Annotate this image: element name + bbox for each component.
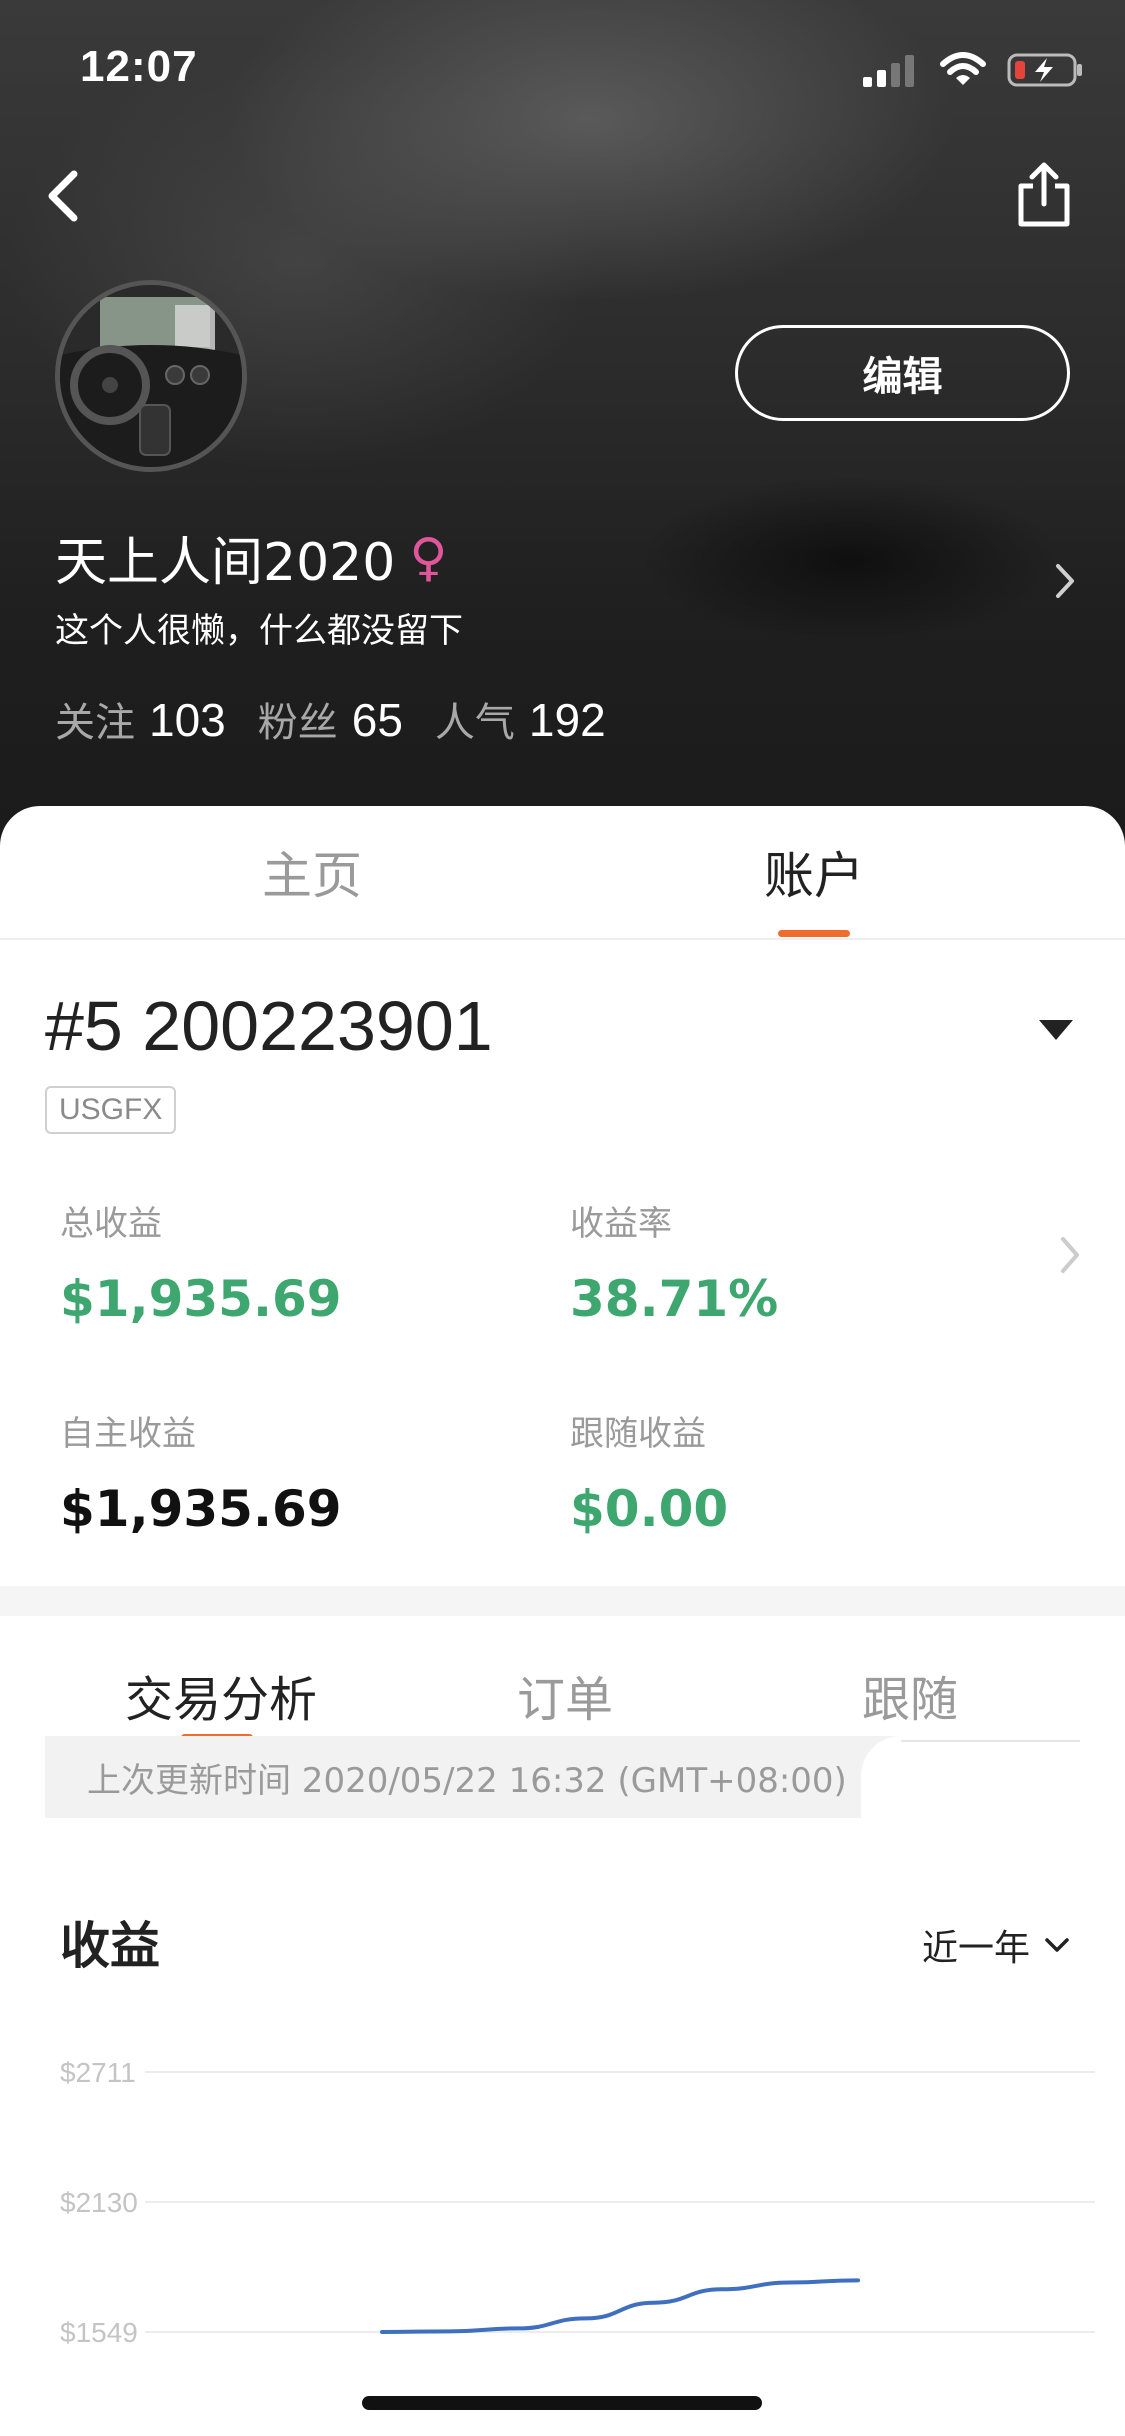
wifi-icon <box>940 52 986 85</box>
last-update-text: 上次更新时间 2020/05/22 16:32 (GMT+08:00) <box>87 1760 847 1801</box>
tab-active-indicator <box>778 930 850 937</box>
profit-section-title: 收益 <box>60 1917 160 1975</box>
following-label: 关注 <box>55 700 135 746</box>
profile-name: 天上人间2020 <box>55 533 396 593</box>
tab-home[interactable]: 主页 <box>262 836 362 908</box>
profit-chart: $2711 $2130 $1549 <box>60 2057 1095 2348</box>
range-select-value: 近一年 <box>921 1928 1030 1969</box>
profile-header: 12:07 编辑 天上人间2020 ♀ 这个人很懒，什么都没留下 关注 103 … <box>0 0 1125 880</box>
following-count[interactable]: 103 <box>149 693 226 747</box>
own-profit-value: $1,935.69 <box>60 1480 342 1538</box>
follow-profit-label: 跟随收益 <box>570 1414 706 1454</box>
chevron-right-icon <box>1061 1237 1079 1273</box>
return-rate-value: 38.71% <box>570 1270 779 1328</box>
profile-name-row[interactable]: 天上人间2020 ♀ <box>55 520 447 595</box>
own-profit-label: 自主收益 <box>60 1414 196 1454</box>
total-profit-label: 总收益 <box>60 1204 162 1244</box>
back-button[interactable] <box>38 160 90 232</box>
caret-down-icon <box>1039 1020 1073 1040</box>
battery-charging-icon <box>1007 53 1082 87</box>
profile-detail-button[interactable] <box>1050 558 1080 604</box>
y-tick-label: $2711 <box>60 2057 136 2088</box>
popularity-count: 192 <box>528 694 606 746</box>
chevron-left-icon <box>48 170 78 222</box>
main-tabs: 主页 账户 <box>0 806 1125 940</box>
return-rate-label: 收益率 <box>570 1204 672 1244</box>
account-id: #5 200223901 <box>45 987 493 1065</box>
cellular-signal-icon <box>863 55 914 87</box>
tab-follow[interactable]: 跟随 <box>862 1660 958 1730</box>
profile-stats: 关注 103 粉丝 65 人气 192 <box>55 690 638 748</box>
share-button[interactable] <box>1013 160 1075 230</box>
car-interior-avatar-image <box>60 285 242 467</box>
account-selector[interactable] <box>1037 1018 1075 1042</box>
followers-count[interactable]: 65 <box>352 693 403 747</box>
followers-label: 粉丝 <box>257 700 338 746</box>
follow-profit-value: $0.00 <box>570 1480 729 1538</box>
tab-orders[interactable]: 订单 <box>517 1660 613 1730</box>
avatar[interactable] <box>55 280 247 472</box>
y-tick-label: $2130 <box>60 2187 138 2218</box>
share-icon <box>1018 162 1070 227</box>
popularity-label: 人气 <box>434 700 515 746</box>
analysis-tabs: 交易分析 订单 跟随 <box>45 1616 1080 1742</box>
status-icons <box>863 52 1085 88</box>
y-tick-label: $1549 <box>60 2317 138 2348</box>
edit-profile-button[interactable]: 编辑 <box>735 325 1070 421</box>
section-divider <box>0 1586 1125 1616</box>
total-profit-value: $1,935.69 <box>60 1270 342 1328</box>
profit-series-line <box>380 2278 860 2334</box>
metrics-detail-button[interactable] <box>1055 1231 1085 1279</box>
tab-trade-analysis[interactable]: 交易分析 <box>125 1660 317 1730</box>
home-indicator[interactable] <box>362 2396 762 2410</box>
tab-account[interactable]: 账户 <box>764 836 864 908</box>
female-gender-icon: ♀ <box>409 527 448 588</box>
broker-tag: USGFX <box>45 1086 177 1134</box>
chevron-right-icon <box>1056 564 1074 598</box>
chevron-down-icon <box>1045 1938 1069 1952</box>
account-card: 主页 账户 #5 200223901 USGFX 总收益 $1,935.69 收… <box>0 806 1125 2436</box>
last-update-banner: 上次更新时间 2020/05/22 16:32 (GMT+08:00) <box>45 1736 901 1818</box>
status-time: 12:07 <box>80 42 198 91</box>
profile-bio: 这个人很懒，什么都没留下 <box>55 611 463 651</box>
range-select[interactable]: 近一年 <box>922 1919 1070 1971</box>
